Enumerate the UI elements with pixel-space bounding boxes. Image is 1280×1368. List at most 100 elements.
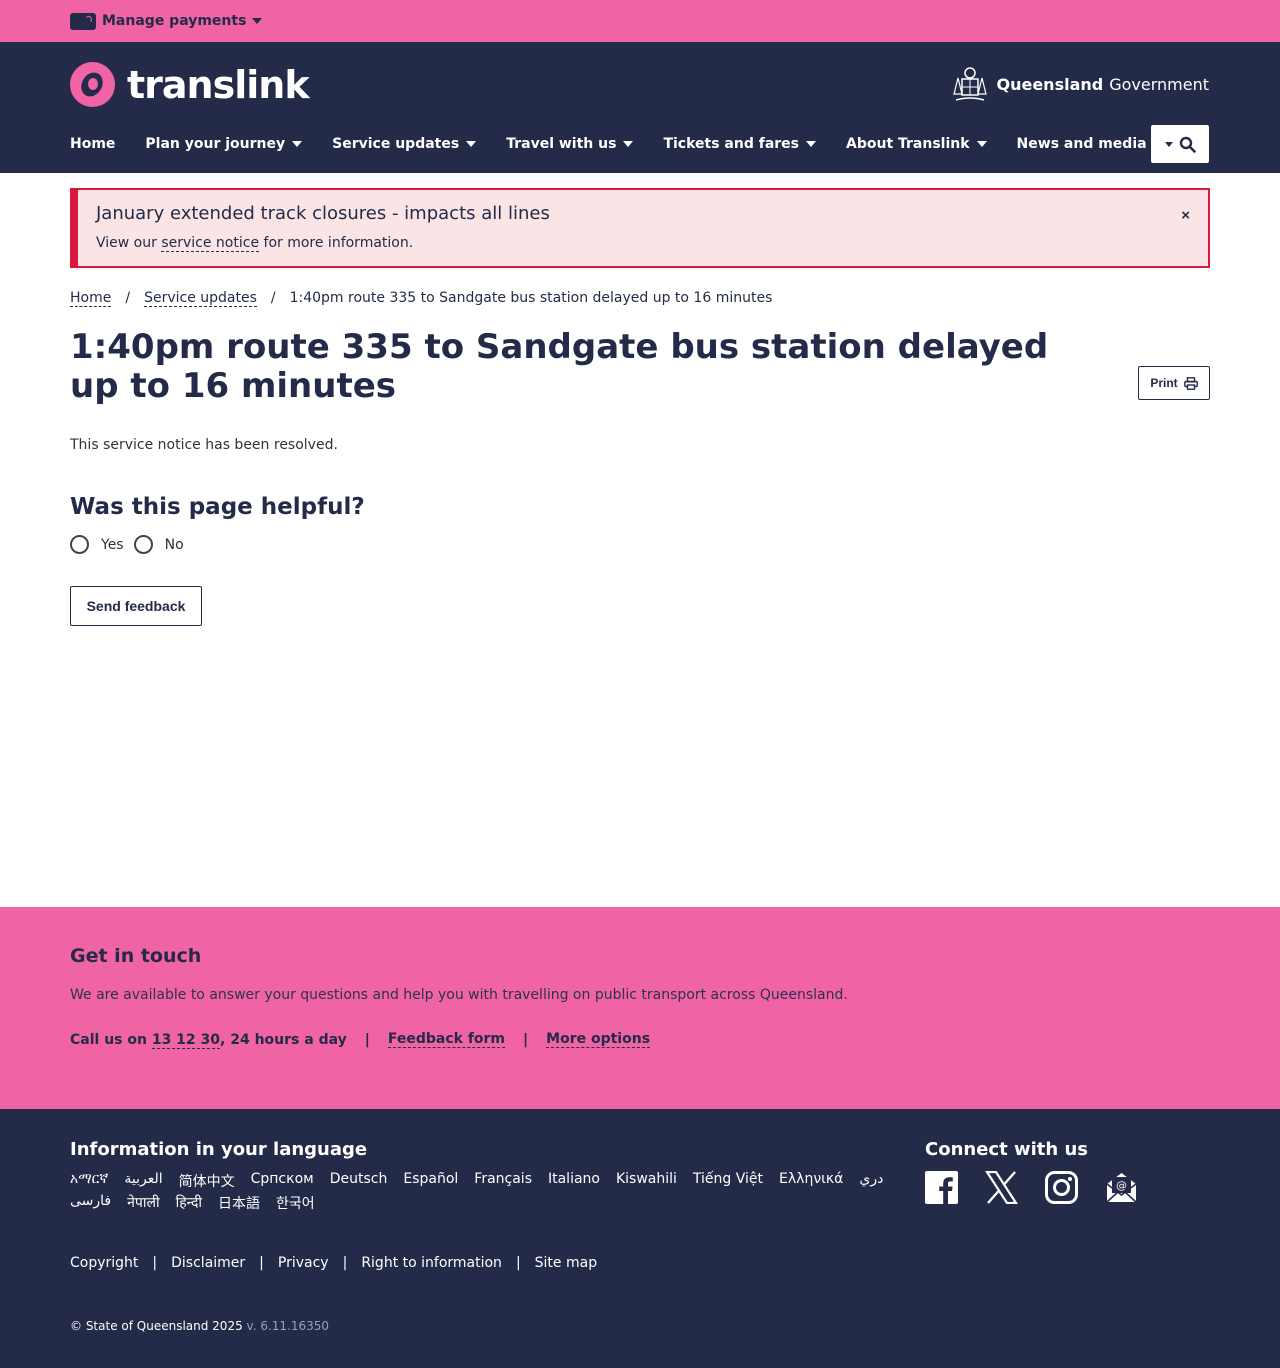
language-link[interactable]: हिन्दी xyxy=(176,1193,202,1213)
legal-separator: | xyxy=(259,1255,264,1271)
copyright-link[interactable]: Copyright xyxy=(70,1255,138,1271)
language-link[interactable]: Deutsch xyxy=(330,1171,388,1191)
gov-name-bold: Queensland xyxy=(996,74,1104,94)
breadcrumb-current: 1:40pm route 335 to Sandgate bus station… xyxy=(289,290,773,306)
alert-text-before: View our xyxy=(96,235,162,251)
chevron-down-icon xyxy=(292,141,303,147)
svg-text:@: @ xyxy=(1116,1179,1127,1192)
translink-logo[interactable]: translink xyxy=(70,62,310,107)
link-separator: | xyxy=(364,1031,370,1048)
site-map-link[interactable]: Site map xyxy=(535,1255,597,1271)
breadcrumb-separator: / xyxy=(270,290,276,306)
site-footer: Information in your language አማርኛ العربي… xyxy=(0,1109,1280,1368)
call-prefix: Call us on xyxy=(70,1031,152,1048)
right-to-information-link[interactable]: Right to information xyxy=(361,1255,502,1271)
manage-payments-label: Manage payments xyxy=(102,13,247,29)
translink-logo-icon xyxy=(70,62,115,107)
phone-number-link[interactable]: 13 12 30 xyxy=(151,1031,221,1049)
translink-logo-text: translink xyxy=(127,62,310,107)
language-link[interactable]: Italiano xyxy=(548,1171,600,1191)
version-text: v. 6.11.16350 xyxy=(246,1319,330,1333)
payment-card-icon xyxy=(70,12,96,30)
print-label: Print xyxy=(1150,376,1178,390)
chevron-down-icon xyxy=(466,141,477,147)
language-link[interactable]: Español xyxy=(403,1171,458,1191)
language-link[interactable]: 한국어 xyxy=(276,1193,315,1213)
language-link[interactable]: فارسی xyxy=(70,1193,111,1213)
more-options-link[interactable]: More options xyxy=(546,1031,651,1048)
search-toggle-button[interactable] xyxy=(1151,125,1209,163)
nav-travel-label: Travel with us xyxy=(506,136,617,152)
instagram-icon[interactable] xyxy=(1045,1171,1078,1204)
queensland-government-logo[interactable]: Queensland Government xyxy=(950,64,1209,104)
language-link[interactable]: 日本語 xyxy=(218,1193,260,1213)
chevron-down-icon xyxy=(252,18,263,24)
language-links: አማርኛ العربية 简体中文 Српском Deutsch Españo… xyxy=(70,1171,900,1213)
nav-service-updates[interactable]: Service updates xyxy=(332,132,477,156)
facebook-icon[interactable] xyxy=(925,1171,958,1204)
language-link[interactable]: Tiếng Việt xyxy=(693,1171,763,1191)
radio-yes[interactable]: Yes xyxy=(70,535,124,554)
get-in-touch-text: We are available to answer your question… xyxy=(70,987,848,1003)
get-in-touch-section: Get in touch We are available to answer … xyxy=(0,907,1280,1109)
legal-separator: | xyxy=(515,1255,521,1271)
search-icon xyxy=(1179,136,1196,153)
manage-payments-menu[interactable]: Manage payments xyxy=(70,10,263,32)
service-notice-link[interactable]: service notice xyxy=(161,235,260,252)
nav-tickets-and-fares[interactable]: Tickets and fares xyxy=(663,132,816,156)
coat-of-arms-icon xyxy=(953,67,988,101)
nav-about-translink[interactable]: About Translink xyxy=(846,132,987,156)
nav-plan-your-journey[interactable]: Plan your journey xyxy=(145,132,303,156)
connect-heading: Connect with us xyxy=(925,1139,1088,1160)
feedback-form-link[interactable]: Feedback form xyxy=(387,1031,506,1048)
breadcrumb-separator: / xyxy=(125,290,131,306)
radio-no-circle[interactable] xyxy=(133,535,153,554)
nav-home-label: Home xyxy=(70,136,116,152)
call-suffix: , 24 hours a day xyxy=(220,1031,347,1048)
nav-home[interactable]: Home xyxy=(70,132,115,156)
language-link[interactable]: العربية xyxy=(124,1171,162,1191)
send-feedback-button[interactable]: Send feedback xyxy=(70,586,202,626)
contact-links: Call us on 13 12 30, 24 hours a day | Fe… xyxy=(70,1031,651,1049)
radio-yes-circle[interactable] xyxy=(70,535,89,554)
link-separator: | xyxy=(523,1031,529,1048)
main-navigation: Home Plan your journey Service updates T… xyxy=(70,132,1194,156)
language-link[interactable]: አማርኛ xyxy=(70,1171,108,1191)
language-link[interactable]: 简体中文 xyxy=(179,1171,235,1191)
language-link[interactable]: Français xyxy=(474,1171,532,1191)
radio-yes-label: Yes xyxy=(101,536,124,553)
language-link[interactable]: دري xyxy=(859,1171,883,1191)
radio-no-label: No xyxy=(164,536,184,553)
language-link[interactable]: Ελληνικά xyxy=(779,1171,843,1191)
language-link[interactable]: Српском xyxy=(251,1171,314,1191)
close-icon[interactable]: × xyxy=(1181,207,1190,224)
language-link[interactable]: Kiswahili xyxy=(616,1171,677,1191)
alert-title: January extended track closures - impact… xyxy=(96,203,550,224)
breadcrumb-home[interactable]: Home xyxy=(70,290,112,307)
get-in-touch-heading: Get in touch xyxy=(70,945,202,967)
nav-news-and-media[interactable]: News and media xyxy=(1017,132,1164,156)
breadcrumb-service-updates[interactable]: Service updates xyxy=(144,290,257,307)
legal-separator: | xyxy=(342,1255,348,1271)
email-newsletter-icon[interactable]: @ xyxy=(1105,1171,1138,1204)
chevron-down-icon xyxy=(1164,141,1173,147)
printer-icon xyxy=(1183,376,1198,390)
resolved-notice: This service notice has been resolved. xyxy=(70,437,338,453)
print-button[interactable]: Print xyxy=(1138,366,1210,400)
copyright-text: © State of Queensland 2025 xyxy=(70,1319,243,1333)
language-link[interactable]: नेपाली xyxy=(127,1193,159,1213)
copyright-notice: © State of Queensland 2025 v. 6.11.16350 xyxy=(70,1319,329,1333)
chevron-down-icon xyxy=(976,141,987,147)
social-links: @ xyxy=(925,1171,1138,1204)
helpful-heading: Was this page helpful? xyxy=(70,494,365,520)
nav-plan-label: Plan your journey xyxy=(145,136,286,152)
privacy-link[interactable]: Privacy xyxy=(278,1255,329,1271)
nav-travel-with-us[interactable]: Travel with us xyxy=(506,132,634,156)
service-alert-banner: January extended track closures - impact… xyxy=(70,188,1210,268)
site-header: translink Queensland Government Home Pla… xyxy=(0,42,1280,173)
disclaimer-link[interactable]: Disclaimer xyxy=(171,1255,245,1271)
radio-no[interactable]: No xyxy=(133,535,184,554)
nav-news-label: News and media xyxy=(1016,136,1147,152)
page-title: 1:40pm route 335 to Sandgate bus station… xyxy=(70,327,1049,406)
x-twitter-icon[interactable] xyxy=(985,1171,1018,1204)
